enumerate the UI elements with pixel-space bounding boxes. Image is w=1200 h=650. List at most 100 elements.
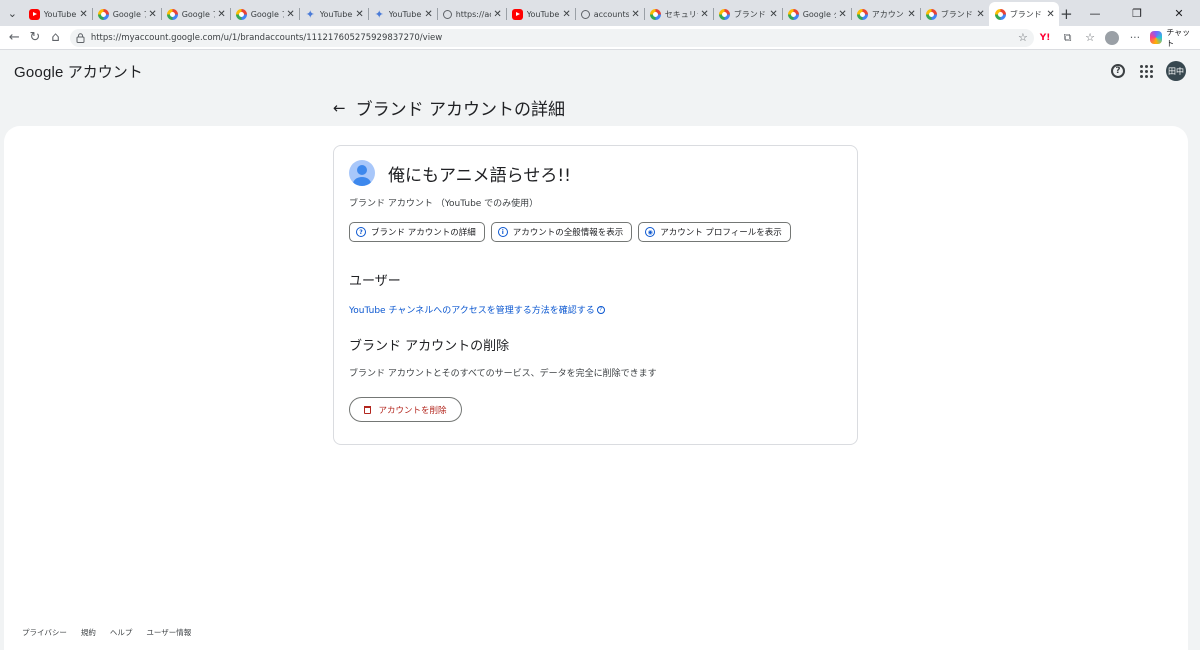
new-tab-plus-icon[interactable]: + (1059, 2, 1074, 26)
footer: プライバシー 規約 ヘルプ ユーザー情報 (22, 627, 191, 638)
home-icon[interactable]: ⌂ (45, 27, 66, 49)
tab-close-icon[interactable]: ✕ (700, 9, 708, 20)
browser-tab[interactable]: ✦ YouTubeの✕ (367, 2, 437, 26)
help-circle-icon: ? (356, 227, 366, 237)
account-profile-chip[interactable]: ◉ アカウント プロフィールを表示 (638, 222, 791, 242)
browser-tab[interactable]: Google アカ✕ (229, 2, 299, 26)
copilot-chat-button[interactable]: チャット (1150, 27, 1196, 49)
help-circle-icon: ? (596, 305, 605, 314)
brand-account-details-chip[interactable]: ? ブランド アカウントの詳細 (349, 222, 485, 242)
trash-icon (364, 405, 372, 414)
address-bar[interactable]: https://myaccount.google.com/u/1/brandac… (69, 28, 1034, 47)
browser-tab[interactable]: ✦ YouTubeの✕ (298, 2, 368, 26)
browser-tab[interactable]: accounts.g✕ (574, 2, 644, 26)
tab-title: https://acc (455, 9, 492, 19)
back-icon[interactable]: ← (4, 27, 25, 49)
more-menu-icon[interactable]: ··· (1124, 27, 1146, 49)
delete-heading: ブランド アカウントの削除 (349, 339, 510, 354)
footer-link-terms[interactable]: 規約 (81, 627, 96, 638)
yahoo-extension-icon[interactable]: Y! (1034, 27, 1056, 49)
tab-close-icon[interactable]: ✕ (562, 9, 570, 20)
tab-close-icon[interactable]: ✕ (424, 9, 432, 20)
browser-tab[interactable]: ブランド アカ✕ (988, 2, 1059, 26)
account-row: 俺にもアニメ語らせろ!! (349, 160, 842, 186)
apps-grid-icon[interactable] (1132, 57, 1160, 85)
tab-close-icon[interactable]: ✕ (907, 9, 915, 20)
google-account-logo[interactable]: Google アカウント (14, 61, 143, 82)
footer-link-help[interactable]: ヘルプ (110, 627, 133, 638)
tab-close-icon[interactable]: ✕ (286, 9, 294, 20)
browser-tab[interactable]: ブランド アカ✕ (712, 2, 782, 26)
globe-icon (580, 9, 590, 19)
account-general-info-chip[interactable]: i アカウントの全般情報を表示 (490, 222, 633, 242)
footer-link-user-info[interactable]: ユーザー情報 (146, 627, 191, 638)
avatar[interactable]: 田中 (1166, 61, 1186, 81)
browser-tab[interactable]: Google アカ✕ (160, 2, 230, 26)
tab-title: YouTubeの (388, 9, 423, 19)
tab-close-icon[interactable]: ✕ (355, 9, 363, 20)
tab-title: ブランド アカ (733, 9, 768, 19)
copilot-icon (1150, 31, 1163, 44)
tab-close-icon[interactable]: ✕ (493, 9, 501, 20)
tab-close-icon[interactable]: ✕ (217, 9, 225, 20)
site-info-icon[interactable] (76, 32, 86, 43)
browser-tab[interactable]: Google ダッ✕ (781, 2, 851, 26)
restore-icon[interactable]: ❐ (1116, 0, 1158, 26)
tab-close-icon[interactable]: ✕ (769, 9, 777, 20)
tab-title: Google アカ (112, 9, 147, 19)
youtube-icon (28, 8, 40, 20)
help-icon[interactable]: ? (1104, 57, 1132, 85)
tab-close-icon[interactable]: ✕ (148, 9, 156, 20)
youtube-icon (511, 8, 523, 20)
browser-tab[interactable]: アカウント詳✕ (850, 2, 920, 26)
google-icon (718, 8, 730, 20)
brand-account-avatar-icon (349, 160, 375, 186)
tab-list-chevron-down-icon[interactable]: ⌄ (4, 1, 21, 25)
close-window-icon[interactable]: ✕ (1158, 0, 1200, 26)
favorite-star-icon[interactable]: ☆ (1018, 31, 1028, 44)
tab-close-icon[interactable]: ✕ (631, 9, 639, 20)
brand-account-card: 俺にもアニメ語らせろ!! ブランド アカウント （YouTube でのみ使用） … (333, 145, 858, 445)
reload-icon[interactable]: ↻ (25, 27, 46, 49)
google-account-header: Google アカウント ? 田中 (0, 51, 1200, 91)
google-icon (787, 8, 799, 20)
extensions-icon[interactable]: ⧉ (1056, 27, 1078, 49)
chat-label: チャット (1166, 27, 1191, 48)
url-text: https://myaccount.google.com/u/1/brandac… (90, 32, 443, 43)
tab-close-icon[interactable]: ✕ (838, 9, 846, 20)
delete-account-button[interactable]: アカウントを削除 (349, 397, 462, 422)
account-name: 俺にもアニメ語らせろ!! (388, 165, 571, 186)
tab-close-icon[interactable]: ✕ (1046, 9, 1054, 20)
tab-close-icon[interactable]: ✕ (79, 9, 87, 20)
page: Google アカウント ? 田中 ← ブランド アカウントの詳細 俺にもアニメ… (0, 51, 1200, 650)
page-title: ブランド アカウントの詳細 (355, 100, 565, 120)
minimize-icon[interactable]: — (1074, 0, 1116, 26)
tab-strip: ⌄ YouTube✕Google アカ✕Google アカ✕Google アカ✕… (0, 0, 1200, 26)
google-icon (166, 8, 178, 20)
manage-access-link[interactable]: YouTube チャンネルへのアクセスを管理する方法を確認する ? (349, 303, 842, 316)
google-icon (97, 8, 109, 20)
footer-link-privacy[interactable]: プライバシー (22, 627, 67, 638)
gemini-icon: ✦ (305, 7, 315, 21)
favorites-icon[interactable]: ☆ (1079, 27, 1101, 49)
profile-icon[interactable] (1101, 27, 1123, 49)
account-circle-icon: ◉ (645, 227, 656, 237)
back-arrow-icon[interactable]: ← (333, 99, 346, 117)
tab-title: ブランド アカ (1009, 9, 1045, 19)
browser-tab[interactable]: https://acc✕ (436, 2, 506, 26)
account-type: ブランド アカウント （YouTube でのみ使用） (349, 199, 539, 209)
chip-row: ? ブランド アカウントの詳細 i アカウントの全般情報を表示 ◉ アカウント … (349, 222, 842, 242)
browser-tab[interactable]: セキュリティ✕ (643, 2, 713, 26)
content-surface: 俺にもアニメ語らせろ!! ブランド アカウント （YouTube でのみ使用） … (4, 126, 1188, 650)
google-icon (649, 8, 661, 20)
google-icon (235, 8, 247, 20)
browser-tab[interactable]: ブランド アカ✕ (919, 2, 989, 26)
browser-tab[interactable]: YouTube ✕ (505, 2, 575, 26)
browser-tab[interactable]: Google アカ✕ (91, 2, 161, 26)
header-actions: ? 田中 (1104, 57, 1186, 85)
tab-title: セキュリティ (664, 9, 699, 19)
tab-close-icon[interactable]: ✕ (976, 9, 984, 20)
browser-tab[interactable]: YouTube ✕ (23, 2, 92, 26)
delete-description: ブランド アカウントとそのすべてのサービス、データを完全に削除できます (349, 369, 657, 379)
google-icon (994, 8, 1006, 20)
